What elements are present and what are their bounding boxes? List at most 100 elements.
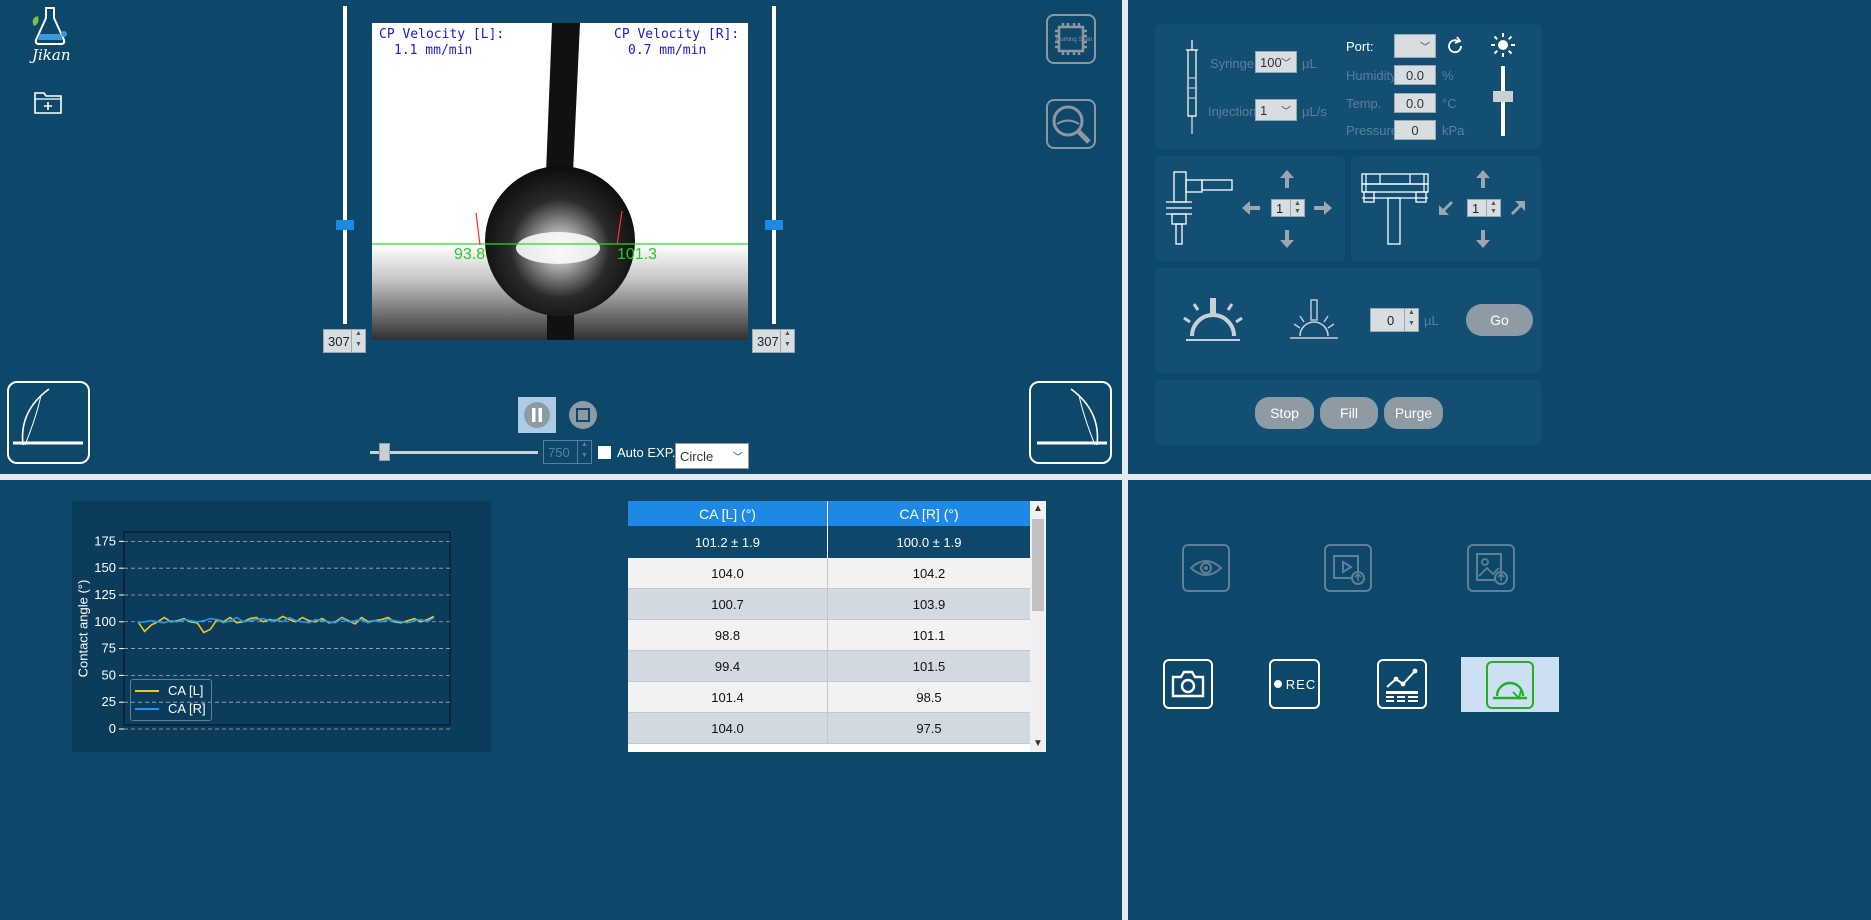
syringe-volume-select[interactable]: 100 ﹀ <box>1255 51 1297 73</box>
table-header-right[interactable]: CA [R] (°) <box>828 501 1030 526</box>
left-baseline-slider[interactable] <box>343 6 347 324</box>
y-tick-label: 100 <box>94 614 116 629</box>
dispense-collect-icon[interactable] <box>1286 298 1342 342</box>
injection-rate-value: 1 <box>1260 102 1268 118</box>
velocity-left-label: CP Velocity [L]: <box>379 27 505 42</box>
logo-text: Jikan <box>32 46 71 64</box>
chart-ylabel: Contact angle (°) <box>75 579 91 678</box>
exposure-slider-handle[interactable] <box>379 443 390 461</box>
dispense-spread-icon[interactable] <box>1182 296 1244 344</box>
scroll-thumb[interactable] <box>1032 519 1044 611</box>
live-view-button[interactable] <box>1182 544 1230 592</box>
scroll-down-arrow[interactable]: ▼ <box>1030 736 1046 752</box>
load-video-button[interactable] <box>1324 544 1372 592</box>
arrow-up-icon[interactable] <box>1278 168 1296 190</box>
legend-swatch-left <box>135 690 159 692</box>
left-baseline-value: 307 <box>328 333 350 349</box>
right-baseline-spinbox[interactable]: 307 ▲ ▼ <box>752 329 795 353</box>
table-cell-right: 98.5 <box>828 682 1030 713</box>
dispense-volume-value: 0 <box>1387 312 1395 328</box>
purge-button[interactable]: Purge <box>1384 397 1443 429</box>
dispense-volume-spinbox[interactable]: 0 ▲ ▼ <box>1370 308 1419 332</box>
load-image-button[interactable] <box>1467 544 1515 592</box>
left-baseline-slider-handle[interactable] <box>336 220 354 230</box>
fill-button[interactable]: Fill <box>1320 397 1378 429</box>
syringe-volume-value: 100 <box>1260 54 1282 70</box>
stage-x-step-value: 1 <box>1276 200 1284 216</box>
table-cell-left: 100.7 <box>628 589 828 620</box>
right-baseline-slider[interactable] <box>772 6 776 324</box>
auto-exposure-checkbox[interactable] <box>598 446 611 459</box>
velocity-left-value: 1.1 mm/min <box>394 43 473 58</box>
stage-y-step-spinbox[interactable]: 1 ▲ ▼ <box>1467 199 1501 217</box>
stop-capture-button[interactable] <box>564 397 602 433</box>
contact-angle-mode-button[interactable] <box>1461 657 1559 712</box>
brightness-icon <box>1491 33 1515 57</box>
pause-button[interactable] <box>518 397 556 433</box>
syringe-label: Syringe <box>1210 56 1255 71</box>
snapshot-button[interactable] <box>1163 659 1213 709</box>
auto-exposure-label: Auto EXP. <box>617 445 676 460</box>
left-contact-curve-icon <box>12 387 83 445</box>
refresh-icon[interactable] <box>1445 36 1465 56</box>
y-tick-label: 150 <box>94 560 116 575</box>
angle-right-readout: 101.3 <box>617 246 658 263</box>
stage-x-device-icon <box>1166 171 1233 245</box>
arrow-up-right-icon[interactable] <box>1508 198 1528 218</box>
y-tick-label: 50 <box>102 667 116 682</box>
left-baseline-spinbox[interactable]: 307 ▲ ▼ <box>323 329 366 353</box>
chevron-down-icon: ﹀ <box>1281 58 1291 70</box>
brightness-slider-handle[interactable] <box>1493 91 1513 102</box>
app-logo: Jikan <box>28 4 74 64</box>
folder-plus-icon <box>34 92 62 114</box>
table-cell-left: 104.0 <box>628 558 828 589</box>
arrow-down-icon[interactable] <box>1474 228 1492 250</box>
humidity-field: 0.0 <box>1394 65 1436 85</box>
arrow-down-icon[interactable] <box>1278 228 1296 250</box>
port-select[interactable]: ﹀ <box>1394 34 1436 58</box>
stop-icon <box>569 401 597 429</box>
right-fit-button[interactable] <box>1029 381 1112 464</box>
flask-logo-icon <box>32 7 67 45</box>
arrow-left-icon[interactable] <box>1240 199 1262 217</box>
table-cell-left: 98.8 <box>628 620 828 651</box>
exposure-spinbox[interactable]: 750 ▲ ▼ <box>543 440 592 464</box>
right-baseline-slider-handle[interactable] <box>765 220 783 230</box>
arrow-right-icon[interactable] <box>1312 199 1334 217</box>
exposure-slider[interactable] <box>370 451 538 454</box>
record-button[interactable]: REC <box>1269 659 1320 709</box>
stage-x-step-spinbox[interactable]: 1 ▲ ▼ <box>1271 199 1305 217</box>
y-tick-label: 0 <box>109 721 116 736</box>
dispense-unit: µL <box>1424 313 1439 328</box>
results-table: CA [L] (°) CA [R] (°) 101.2 ± 1.9 100.0 … <box>628 501 1030 752</box>
table-cell-right: 103.9 <box>828 589 1030 620</box>
table-cell-left: 99.4 <box>628 651 828 682</box>
table-summary-left: 101.2 ± 1.9 <box>628 526 828 558</box>
stage-y-device-icon <box>1361 173 1429 245</box>
table-cell-right: 101.5 <box>828 651 1030 682</box>
new-folder-button[interactable] <box>32 88 64 116</box>
scroll-up-arrow[interactable]: ▲ <box>1030 501 1046 517</box>
fit-mode-select[interactable]: Circle ﹀ <box>675 443 749 469</box>
stage-y-step-value: 1 <box>1472 200 1480 216</box>
legend-label-right: CA [R] <box>168 701 206 716</box>
legend-label-left: CA [L] <box>168 683 204 698</box>
temp-unit: °C <box>1442 96 1457 111</box>
fit-mode-value: Circle <box>680 448 714 464</box>
table-scrollbar[interactable]: ▲ ▼ <box>1030 501 1046 752</box>
pressure-field: 0 <box>1394 120 1436 140</box>
arrow-up-icon[interactable] <box>1474 168 1492 190</box>
zoom-button[interactable] <box>1046 99 1096 149</box>
injection-rate-select[interactable]: 1 ﹀ <box>1255 99 1297 121</box>
table-header-left[interactable]: CA [L] (°) <box>628 501 828 526</box>
magnifier-icon <box>1052 105 1091 144</box>
arrow-down-left-icon[interactable] <box>1436 198 1456 218</box>
video-upload-icon <box>1333 555 1365 585</box>
camera-settings-button[interactable]: Cuming Sean <box>1046 14 1096 64</box>
analysis-chart-button[interactable] <box>1377 659 1427 709</box>
left-fit-button[interactable] <box>7 381 90 464</box>
tools-panel: REC <box>1128 480 1871 920</box>
table-cell-right: 101.1 <box>828 620 1030 651</box>
stop-button[interactable]: Stop <box>1255 397 1314 429</box>
go-button[interactable]: Go <box>1466 304 1533 336</box>
